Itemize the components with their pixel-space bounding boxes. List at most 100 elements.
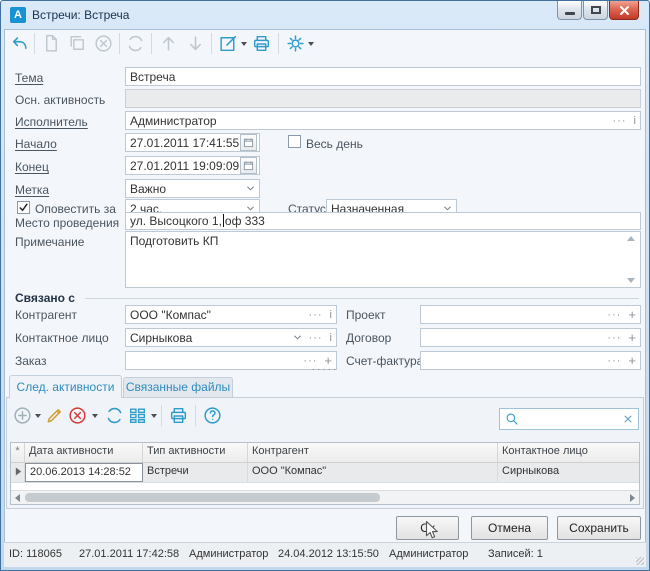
ispolnitel-info-button[interactable]: i <box>634 115 636 127</box>
current-row-icon <box>14 466 23 477</box>
tema-input[interactable]: Встреча <box>125 67 641 86</box>
konec-datetime-input[interactable]: 27.01.2011 19:09:09 <box>125 156 260 175</box>
resize-grip[interactable] <box>636 557 644 565</box>
field-label-tema[interactable]: Тема <box>15 71 43 85</box>
chevron-down-icon[interactable] <box>246 185 255 192</box>
horizontal-scrollbar[interactable] <box>11 490 639 504</box>
row-marker-cell <box>11 463 25 482</box>
kontragent-lookup-button[interactable]: ··· <box>309 309 323 321</box>
column-header-kontragent[interactable]: Контрагент <box>248 443 498 462</box>
kontakt-value: Сирныкова <box>130 331 293 345</box>
minimize-button[interactable] <box>557 1 582 20</box>
delete-icon[interactable] <box>67 405 88 426</box>
opovestit-label[interactable]: Оповестить за <box>35 202 116 216</box>
add-dropdown-caret[interactable] <box>35 414 41 418</box>
tab-sled-aktivnosti[interactable]: След. активности <box>9 375 122 398</box>
mesto-misspelled-word: оф <box>225 214 242 228</box>
settings-dropdown-caret[interactable] <box>308 42 314 46</box>
ves-den-checkbox[interactable] <box>288 135 301 148</box>
print-icon[interactable] <box>168 405 189 426</box>
search-box[interactable] <box>499 408 639 430</box>
schet-add-button[interactable]: + <box>628 353 636 368</box>
refresh-icon[interactable] <box>104 405 125 426</box>
clear-search-icon[interactable] <box>623 414 633 424</box>
column-header-type[interactable]: Тип активности <box>143 443 248 462</box>
proekt-input[interactable]: ··· + <box>420 305 641 324</box>
maximize-icon <box>591 6 601 14</box>
ispolnitel-lookup-button[interactable]: ··· <box>613 115 627 127</box>
close-button[interactable] <box>609 1 639 20</box>
chevron-down-icon[interactable] <box>293 334 302 341</box>
ispolnitel-input[interactable]: Администратор ··· i <box>125 111 641 130</box>
settings-gear-icon[interactable] <box>285 33 306 54</box>
field-label-osn-aktivnost: Осн. активность <box>15 93 105 107</box>
view-columns-dropdown-caret[interactable] <box>151 414 157 418</box>
dogovor-add-button[interactable]: + <box>628 330 636 345</box>
edit-pencil-icon[interactable] <box>44 405 65 426</box>
column-header-kontakt[interactable]: Контактное лицо <box>498 443 639 462</box>
view-columns-icon[interactable] <box>127 405 148 426</box>
opovestit-checkbox[interactable] <box>17 201 30 214</box>
konec-calendar-button[interactable] <box>240 157 257 174</box>
column-header-date[interactable]: Дата активности <box>25 443 143 462</box>
scroll-right-icon[interactable] <box>630 494 635 502</box>
modified-datetime: 24.04.2012 13:15:50 <box>278 548 379 560</box>
refresh-icon <box>125 33 146 54</box>
metka-select[interactable]: Важно <box>125 179 260 198</box>
field-label-nachalo[interactable]: Начало <box>15 137 57 151</box>
proekt-add-button[interactable]: + <box>628 307 636 322</box>
help-icon[interactable] <box>202 405 223 426</box>
app-icon[interactable]: A <box>10 7 26 23</box>
table-row[interactable]: 20.06.2013 14:28:52 Встречи ООО "Компас"… <box>11 463 639 483</box>
scroll-left-icon[interactable] <box>15 494 20 502</box>
move-down-icon <box>185 33 206 54</box>
dogovor-lookup-button[interactable]: ··· <box>607 332 621 344</box>
chevron-down-icon[interactable] <box>246 205 255 212</box>
splitter-handle[interactable]: ····· <box>1 367 649 373</box>
proekt-lookup-button[interactable]: ··· <box>607 309 621 321</box>
delete-dropdown-caret[interactable] <box>92 414 98 418</box>
kontakt-lookup-button[interactable]: ··· <box>309 332 323 344</box>
dogovor-input[interactable]: ··· + <box>420 328 641 347</box>
kontragent-input[interactable]: ООО "Компас" ··· i <box>125 305 337 324</box>
schet-lookup-button[interactable]: ··· <box>607 355 621 367</box>
ves-den-label[interactable]: Весь день <box>306 137 363 151</box>
titlebar[interactable]: A Встречи: Встреча <box>1 1 649 29</box>
table-header-row: * Дата активности Тип активности Контраг… <box>11 443 639 463</box>
cell-type: Встречи <box>143 463 248 482</box>
cancel-icon <box>93 33 114 54</box>
kontakt-info-button[interactable]: i <box>330 332 332 344</box>
toolbar-separator <box>195 405 196 426</box>
tab-svyazannye-fajly[interactable]: Связанные файлы <box>123 377 233 397</box>
nachalo-datetime-input[interactable]: 27.01.2011 17:41:55 <box>125 133 260 152</box>
primechanie-textarea[interactable]: Подготовить КП <box>125 231 641 288</box>
search-input[interactable] <box>523 411 619 427</box>
field-label-metka[interactable]: Метка <box>15 183 49 197</box>
print-icon[interactable] <box>251 33 272 54</box>
scrollbar-thumb[interactable] <box>25 493 380 502</box>
edit-icon[interactable] <box>218 33 239 54</box>
chevron-down-icon[interactable] <box>443 205 452 212</box>
field-label-dogovor: Договор <box>346 331 391 345</box>
minimize-icon <box>565 12 575 15</box>
marker-column-header[interactable]: * <box>11 443 25 462</box>
maximize-button[interactable] <box>583 1 608 20</box>
edit-dropdown-caret[interactable] <box>241 42 247 46</box>
window-title: Встречи: Встреча <box>32 8 129 22</box>
save-button[interactable]: Сохранить <box>557 516 641 540</box>
mesto-input[interactable]: ул. Высоцкого 1,оф 333 <box>125 212 641 230</box>
nachalo-calendar-button[interactable] <box>240 134 257 151</box>
field-label-konec[interactable]: Конец <box>15 160 49 174</box>
mesto-value: ул. Высоцкого 1,оф 333 <box>130 214 636 228</box>
field-label-ispolnitel[interactable]: Исполнитель <box>15 115 88 129</box>
copy-icon <box>67 33 88 54</box>
kontakt-input[interactable]: Сирныкова ··· i <box>125 328 337 347</box>
undo-icon[interactable] <box>9 33 30 54</box>
textarea-scroll-down-icon[interactable] <box>627 278 635 283</box>
cancel-button[interactable]: Отмена <box>471 516 548 540</box>
kontragent-info-button[interactable]: i <box>330 309 332 321</box>
add-icon[interactable] <box>12 405 33 426</box>
textarea-scroll-up-icon[interactable] <box>627 236 635 241</box>
mesto-text-before: ул. Высоцкого 1, <box>130 214 222 228</box>
activities-panel: * Дата активности Тип активности Контраг… <box>6 397 644 509</box>
